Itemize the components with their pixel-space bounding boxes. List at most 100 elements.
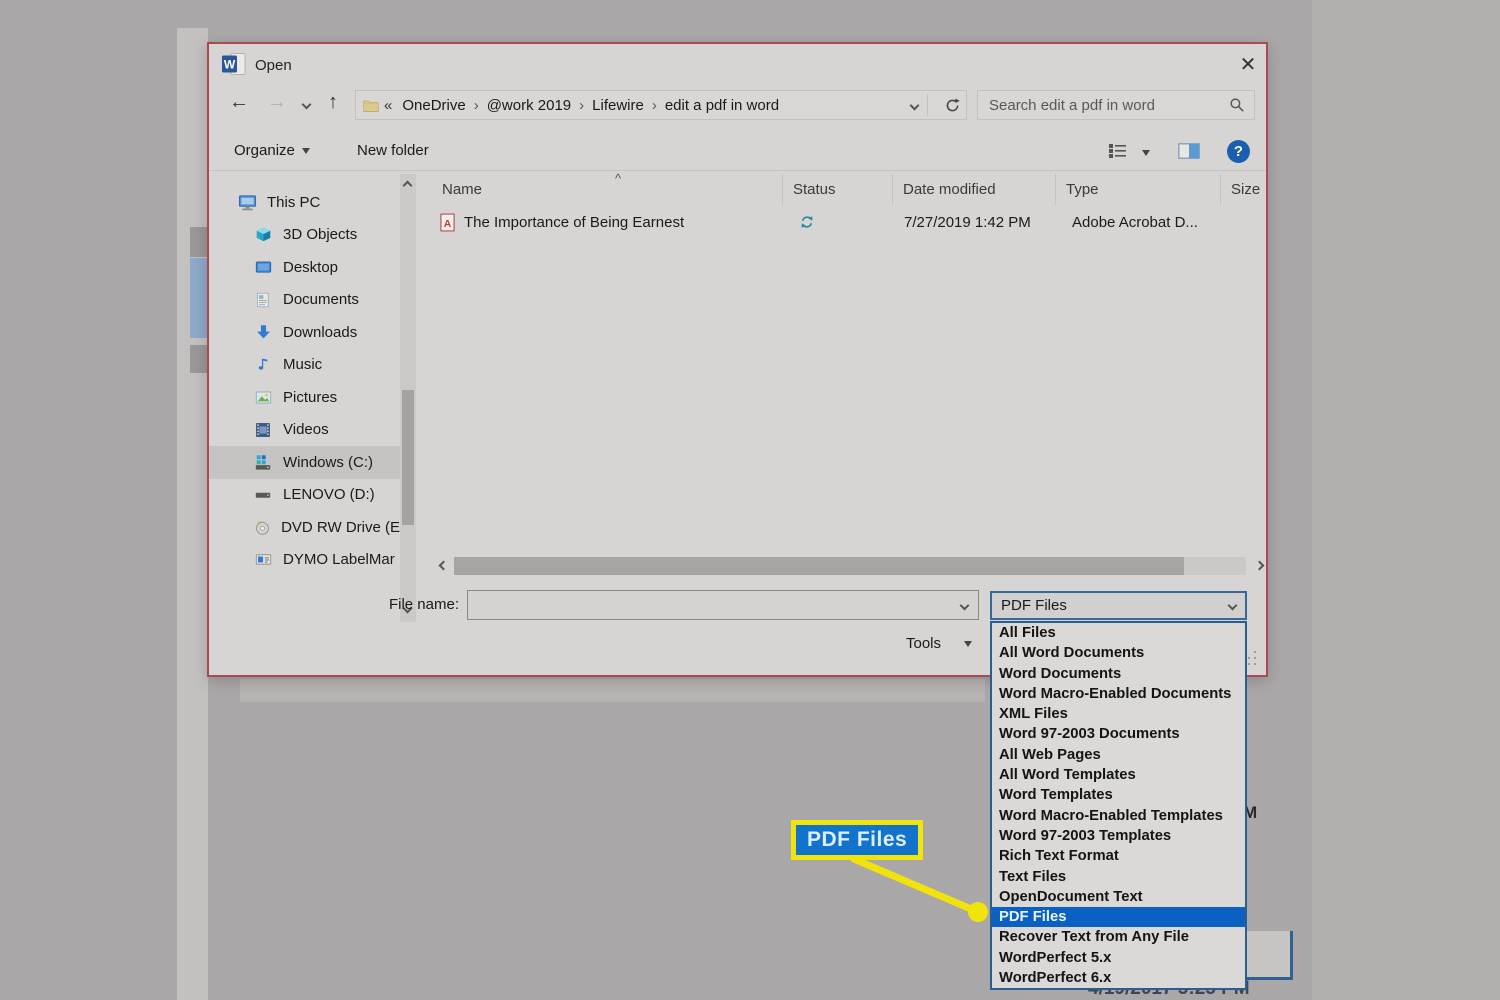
filetype-option-word-macro-enabled-templates[interactable]: Word Macro-Enabled Templates	[992, 806, 1245, 826]
this-pc-icon	[237, 193, 257, 212]
filetype-option-pdf-files[interactable]: PDF Files	[992, 907, 1245, 928]
windows-drive-icon	[253, 453, 273, 471]
filetype-option-all-files[interactable]: All Files	[992, 623, 1245, 643]
dialog-title: Open	[255, 57, 292, 74]
horizontal-scrollbar[interactable]	[432, 553, 1268, 579]
breadcrumb-item-onedrive[interactable]: OneDrive	[402, 97, 465, 114]
table-row[interactable]: A The Importance of Being Earnest 7/27/2…	[432, 207, 1268, 237]
search-box[interactable]	[977, 90, 1255, 120]
breadcrumb-item-lifewire[interactable]: Lifewire	[592, 97, 644, 114]
music-note-icon	[253, 357, 273, 372]
column-header-type[interactable]: Type	[1055, 174, 1220, 205]
file-name-input[interactable]	[468, 595, 961, 615]
background-window-strip	[177, 28, 208, 1000]
scroll-left-icon[interactable]	[438, 560, 449, 571]
sidebar-item-label: LENOVO (D:)	[283, 486, 375, 504]
sidebar-item-pictures[interactable]: Pictures	[209, 381, 400, 414]
filetype-option-rich-text-format[interactable]: Rich Text Format	[992, 846, 1245, 866]
sidebar-item-documents[interactable]: Documents	[209, 284, 400, 317]
search-icon[interactable]	[1229, 97, 1245, 113]
breadcrumb-item-work-2019[interactable]: @work 2019	[487, 97, 571, 114]
filetype-option-all-word-templates[interactable]: All Word Templates	[992, 765, 1245, 785]
filetype-option-text-files[interactable]: Text Files	[992, 867, 1245, 887]
recent-locations-chevron-icon[interactable]	[301, 99, 312, 110]
sidebar-item-desktop[interactable]: Desktop	[209, 251, 400, 284]
sidebar-scrollbar[interactable]	[400, 174, 416, 622]
filetype-option-xml-files[interactable]: XML Files	[992, 704, 1245, 724]
up-button[interactable]: ↑	[328, 91, 338, 114]
sidebar-item-dvd-rw-drive-e[interactable]: DVD RW Drive (E	[209, 511, 400, 544]
filetype-option-opendocument-text[interactable]: OpenDocument Text	[992, 887, 1245, 907]
new-folder-button[interactable]: New folder	[357, 142, 429, 159]
details-view-icon[interactable]	[1108, 143, 1128, 159]
file-type-combobox[interactable]: PDF Files	[990, 591, 1247, 620]
column-header-status[interactable]: Status	[782, 174, 892, 205]
filetype-option-all-word-documents[interactable]: All Word Documents	[992, 643, 1245, 663]
sidebar-item-windows-c[interactable]: Windows (C:)	[209, 446, 400, 479]
close-icon[interactable]: ✕	[1235, 52, 1261, 77]
file-type-dropdown: All Files All Word Documents Word Document…	[990, 621, 1247, 991]
tools-button[interactable]: Tools	[906, 635, 973, 652]
sidebar-item-dymo-labelmar[interactable]: DYMO LabelMar	[209, 544, 400, 577]
column-header-size[interactable]: Size	[1220, 174, 1268, 205]
open-dialog: W Open ✕ ← → ↑ « OneDrive › @work 2019 › Life…	[207, 42, 1268, 677]
file-name-chevron-icon[interactable]	[959, 600, 970, 610]
refresh-icon[interactable]	[944, 97, 961, 114]
background-right-area	[1312, 0, 1500, 1000]
organize-label: Organize	[234, 142, 295, 159]
sidebar-item-downloads[interactable]: Downloads	[209, 316, 400, 349]
file-type: Adobe Acrobat D...	[1072, 213, 1198, 231]
chevron-down-icon	[301, 147, 310, 154]
file-date: 7/27/2019 1:42 PM	[904, 213, 1031, 231]
sidebar-item-label: Documents	[283, 291, 359, 309]
preview-pane-icon[interactable]	[1178, 143, 1200, 159]
sidebar-item-3d-objects[interactable]: 3D Objects	[209, 219, 400, 252]
filetype-option-wordperfect-6-x[interactable]: WordPerfect 6.x	[992, 968, 1245, 988]
svg-text:A: A	[444, 219, 452, 230]
scroll-up-icon[interactable]	[402, 180, 413, 191]
address-dropdown-chevron-icon[interactable]	[909, 100, 920, 110]
tools-label: Tools	[906, 635, 942, 652]
filetype-option-wordperfect-5-x[interactable]: WordPerfect 5.x	[992, 948, 1245, 968]
view-options-chevron-icon[interactable]	[1142, 150, 1150, 156]
search-input[interactable]	[987, 95, 1229, 115]
scrollbar-track[interactable]	[454, 557, 1246, 575]
scrollbar-thumb[interactable]	[402, 390, 414, 525]
sidebar-item-videos[interactable]: Videos	[209, 414, 400, 447]
background-window-fragment	[240, 679, 985, 702]
help-icon[interactable]: ?	[1227, 140, 1250, 163]
chevron-right-icon: ›	[651, 96, 657, 114]
document-icon	[253, 292, 273, 308]
filetype-option-word-97-2003-templates[interactable]: Word 97-2003 Templates	[992, 826, 1245, 846]
disc-icon	[253, 519, 271, 536]
navigation-pane: This PC 3D Objects Desktop Documents Downloa…	[209, 174, 400, 578]
file-name: The Importance of Being Earnest	[464, 213, 685, 231]
address-bar[interactable]: « OneDrive › @work 2019 › Lifewire › edit a pdf…	[355, 90, 967, 120]
sidebar-item-this-pc[interactable]: This PC	[209, 186, 400, 219]
chevron-right-icon: ›	[579, 96, 585, 114]
back-button[interactable]: ←	[229, 91, 249, 114]
sidebar-item-lenovo-d[interactable]: LENOVO (D:)	[209, 479, 400, 512]
column-header-name[interactable]: Name ^	[432, 171, 782, 205]
filetype-option-word-documents[interactable]: Word Documents	[992, 664, 1245, 684]
file-name-combobox[interactable]	[467, 590, 979, 620]
filetype-option-word-templates[interactable]: Word Templates	[992, 785, 1245, 805]
breadcrumb-item-edit-a-pdf-in-word[interactable]: edit a pdf in word	[665, 97, 779, 114]
file-name-label: File name:	[388, 596, 459, 613]
sidebar-item-label: Downloads	[283, 323, 358, 341]
filetype-option-recover-text-from-any-file[interactable]: Recover Text from Any File	[992, 927, 1245, 947]
file-type-selected: PDF Files	[1001, 597, 1067, 614]
scrollbar-thumb[interactable]	[454, 557, 1184, 575]
picture-icon	[253, 389, 273, 406]
background-selection-fragment	[190, 258, 208, 338]
scroll-right-icon[interactable]	[1254, 560, 1265, 571]
sort-ascending-icon: ^	[615, 171, 622, 186]
sidebar-item-label: Music	[283, 356, 323, 374]
chevron-right-icon: ›	[473, 96, 479, 114]
organize-button[interactable]: Organize	[234, 142, 310, 159]
column-header-date-modified[interactable]: Date modified	[892, 174, 1055, 205]
sidebar-item-music[interactable]: Music	[209, 349, 400, 382]
filetype-option-all-web-pages[interactable]: All Web Pages	[992, 745, 1245, 765]
filetype-option-word-macro-enabled-documents[interactable]: Word Macro-Enabled Documents	[992, 684, 1245, 704]
filetype-option-word-97-2003-documents[interactable]: Word 97-2003 Documents	[992, 724, 1245, 744]
